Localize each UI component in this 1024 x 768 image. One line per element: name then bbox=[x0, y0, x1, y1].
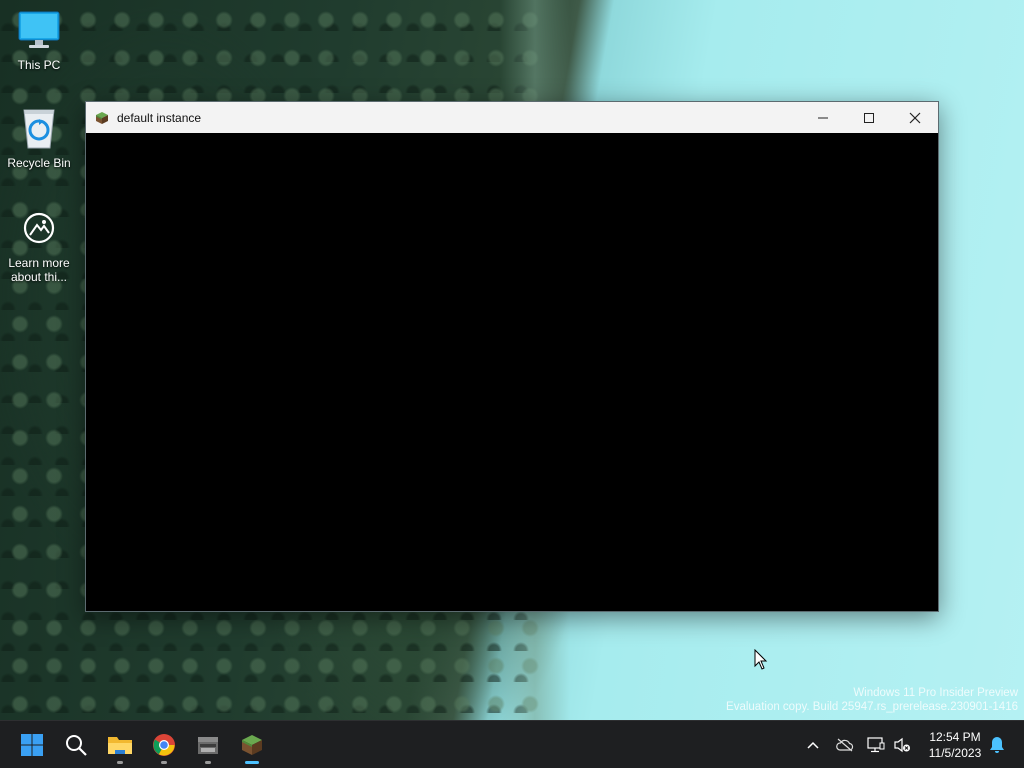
clock-date: 11/5/2023 bbox=[928, 746, 982, 760]
chevron-up-icon bbox=[807, 741, 819, 749]
volume-tray-button[interactable] bbox=[890, 721, 914, 768]
taskbar-file-explorer[interactable] bbox=[100, 725, 140, 765]
close-icon bbox=[909, 112, 921, 123]
desktop-icon-recycle-bin[interactable]: Recycle Bin bbox=[1, 106, 77, 170]
search-button[interactable] bbox=[56, 725, 96, 765]
window-titlebar[interactable]: default instance bbox=[86, 102, 938, 133]
watermark-line-1: Windows 11 Pro Insider Preview bbox=[853, 687, 1018, 699]
windows-logo-icon bbox=[21, 734, 43, 756]
learn-more-icon bbox=[17, 206, 61, 250]
onedrive-offline-icon bbox=[836, 738, 854, 752]
taskbar-clock[interactable]: 12:54 PM 11/5/2023 bbox=[918, 729, 992, 761]
active-indicator bbox=[245, 761, 259, 764]
start-button[interactable] bbox=[12, 725, 52, 765]
taskbar: 12:54 PM 11/5/2023 bbox=[0, 720, 1024, 768]
folder-icon bbox=[108, 737, 132, 754]
window-title: default instance bbox=[117, 110, 202, 125]
recycle-bin-icon bbox=[17, 106, 61, 150]
volume-muted-icon bbox=[894, 737, 910, 753]
minimize-button[interactable] bbox=[800, 102, 846, 133]
taskbar-minecraft-launcher[interactable] bbox=[188, 725, 228, 765]
minimize-icon bbox=[818, 117, 828, 118]
notification-center-button[interactable] bbox=[986, 721, 1008, 768]
minecraft-grass-block-icon bbox=[242, 735, 262, 755]
mouse-cursor-icon bbox=[754, 648, 768, 676]
search-icon bbox=[66, 735, 87, 756]
minecraft-grass-block-icon bbox=[95, 111, 109, 125]
show-hidden-icons-button[interactable] bbox=[802, 721, 824, 768]
clock-time: 12:54 PM bbox=[929, 730, 981, 744]
desktop-icon-this-pc[interactable]: This PC bbox=[1, 8, 77, 72]
maximize-icon bbox=[864, 112, 874, 123]
maximize-button[interactable] bbox=[846, 102, 892, 133]
desktop-icon-label: This PC bbox=[17, 58, 61, 72]
evaluation-watermark: Windows 11 Pro Insider Preview Evaluatio… bbox=[726, 686, 1018, 714]
window-client-area[interactable] bbox=[86, 133, 938, 611]
app-window[interactable]: default instance bbox=[85, 101, 939, 612]
watermark-line-2: Evaluation copy. Build 25947.rs_prerelea… bbox=[726, 701, 1018, 713]
chrome-icon bbox=[153, 734, 175, 756]
minecraft-launcher-icon bbox=[198, 737, 218, 754]
this-pc-icon bbox=[17, 8, 61, 52]
close-button[interactable] bbox=[892, 102, 938, 133]
desktop-icon-label: Recycle Bin bbox=[7, 156, 71, 170]
desktop-icon-learn-more[interactable]: Learn more about thi... bbox=[1, 206, 77, 284]
taskbar-chrome[interactable] bbox=[144, 725, 184, 765]
network-tray-button[interactable] bbox=[864, 721, 888, 768]
network-icon bbox=[867, 737, 885, 753]
onedrive-tray-button[interactable] bbox=[832, 721, 858, 768]
desktop-icon-label: Learn more about thi... bbox=[8, 256, 70, 284]
notification-bell-icon bbox=[990, 737, 1004, 753]
running-indicator bbox=[117, 761, 123, 764]
running-indicator bbox=[161, 761, 167, 764]
running-indicator bbox=[205, 761, 211, 764]
taskbar-minecraft[interactable] bbox=[232, 725, 272, 765]
